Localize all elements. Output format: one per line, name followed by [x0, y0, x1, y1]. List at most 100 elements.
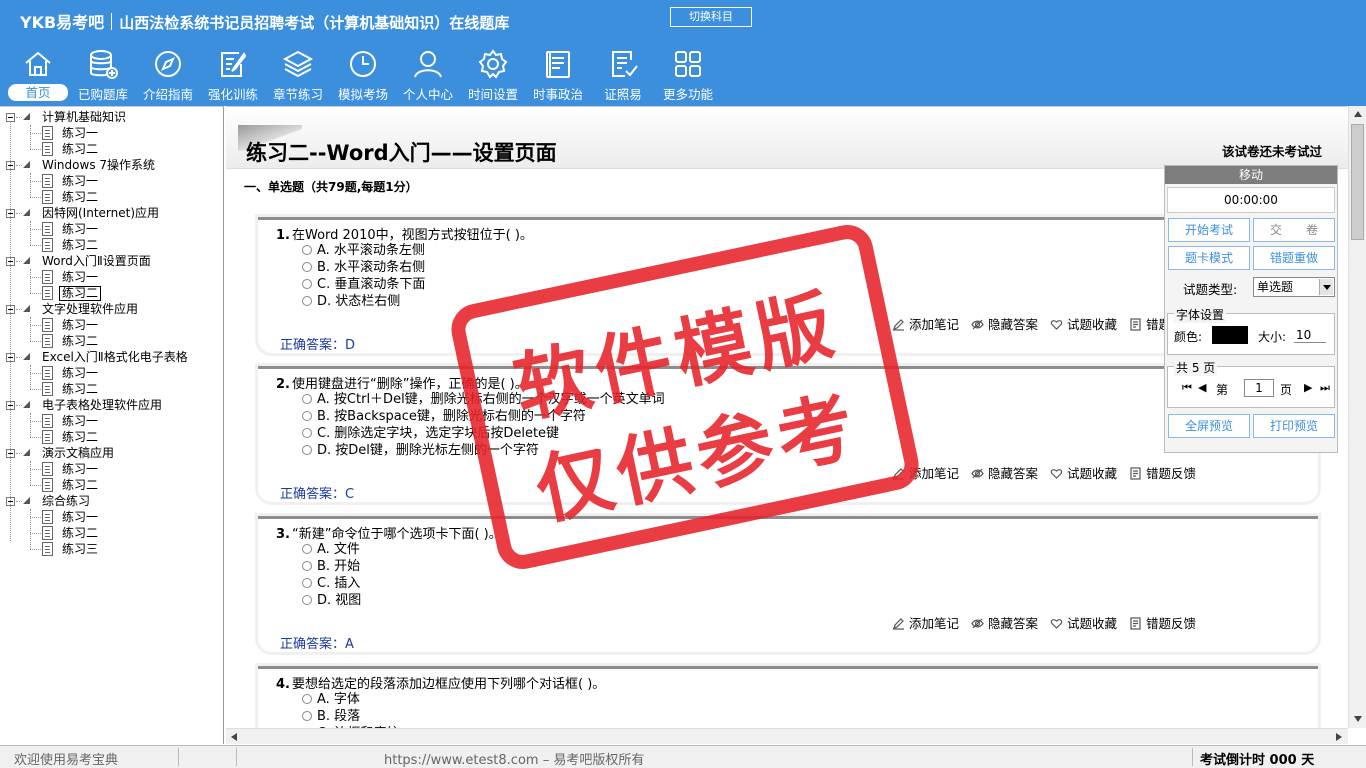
- submit-button[interactable]: 交 卷: [1253, 218, 1335, 242]
- nav-more[interactable]: 更多功能: [655, 48, 721, 104]
- answer-option[interactable]: B. 水平滚动条右侧: [302, 259, 425, 276]
- radio-button[interactable]: [302, 544, 312, 554]
- radio-button[interactable]: [302, 561, 312, 571]
- radio-button[interactable]: [302, 578, 312, 588]
- scroll-left-icon[interactable]: [231, 733, 237, 741]
- feedback-button[interactable]: 错题反馈: [1129, 613, 1196, 632]
- document-icon: [42, 286, 53, 300]
- tree-exercise-label: 练习一: [62, 462, 99, 476]
- tree-connector: [16, 261, 22, 262]
- hide-button[interactable]: 隐藏答案: [971, 463, 1038, 482]
- radio-button[interactable]: [302, 262, 312, 272]
- radio-button[interactable]: [302, 694, 312, 704]
- tree-connector: [30, 437, 41, 438]
- radio-button[interactable]: [302, 279, 312, 289]
- radio-button[interactable]: [302, 428, 312, 438]
- answer-option[interactable]: B. 段落: [302, 708, 360, 725]
- tree-connector: [30, 421, 41, 422]
- page-input[interactable]: 1: [1244, 379, 1274, 397]
- radio-button[interactable]: [302, 245, 312, 255]
- tree-exercise-label: 练习二: [62, 526, 99, 540]
- radio-button[interactable]: [302, 445, 312, 455]
- note-button[interactable]: 添加笔记: [892, 314, 959, 333]
- scroll-down-icon[interactable]: [1354, 716, 1362, 722]
- fav-button[interactable]: 试题收藏: [1050, 314, 1117, 333]
- nav-home[interactable]: 首页: [5, 48, 71, 104]
- prev-page-icon[interactable]: ◀: [1198, 381, 1206, 394]
- answer-option[interactable]: D. 视图: [302, 592, 361, 609]
- answer-option[interactable]: A. 水平滚动条左侧: [302, 242, 425, 259]
- nav-label: 更多功能: [662, 87, 713, 102]
- nav-label: 时间设置: [467, 87, 518, 102]
- action-label: 隐藏答案: [988, 466, 1039, 481]
- tree-connector: [30, 149, 41, 150]
- tree-connector: [30, 461, 31, 485]
- start-exam-button[interactable]: 开始考试: [1168, 218, 1250, 242]
- nav-personal[interactable]: 个人中心: [395, 48, 461, 104]
- radio-button[interactable]: [302, 296, 312, 306]
- move-handle[interactable]: 移动: [1165, 166, 1337, 184]
- radio-button[interactable]: [302, 711, 312, 721]
- tree-connector: [30, 133, 41, 134]
- radio-button[interactable]: [302, 595, 312, 605]
- hide-button[interactable]: 隐藏答案: [971, 314, 1038, 333]
- switch-subject-button[interactable]: 切换科目: [670, 7, 752, 27]
- expanded-triangle-icon: [23, 113, 30, 120]
- tree-exercise-label: 练习一: [62, 366, 99, 380]
- tree-exercise-label: 练习一: [62, 270, 99, 284]
- tree-chapter-label: Excel入门Ⅱ格式化电子表格: [42, 350, 188, 364]
- feedback-button[interactable]: 错题反馈: [1129, 463, 1196, 482]
- horizontal-scrollbar[interactable]: [226, 728, 1348, 744]
- next-page-icon[interactable]: ▶: [1304, 381, 1312, 394]
- nav-license[interactable]: 证照易: [590, 48, 656, 104]
- scroll-right-icon[interactable]: [1336, 733, 1342, 741]
- nav-training[interactable]: 强化训练: [200, 48, 266, 104]
- exam-countdown: 考试倒计时 000 天: [1200, 753, 1315, 768]
- answer-option[interactable]: C. 插入: [302, 575, 360, 592]
- scroll-thumb[interactable]: [1351, 124, 1364, 240]
- eye-icon: [971, 318, 984, 331]
- answer-option[interactable]: D. 状态栏右侧: [302, 293, 400, 310]
- nav-mock-exam[interactable]: 模拟考场: [330, 48, 396, 104]
- answer-option[interactable]: A. 文件: [302, 541, 360, 558]
- fav-button[interactable]: 试题收藏: [1050, 613, 1117, 632]
- hide-button[interactable]: 隐藏答案: [971, 613, 1038, 632]
- note-button[interactable]: 添加笔记: [892, 613, 959, 632]
- fav-button[interactable]: 试题收藏: [1050, 463, 1117, 482]
- expanded-triangle-icon: [23, 257, 30, 264]
- print-preview-button[interactable]: 打印预览: [1253, 414, 1335, 438]
- paper-header: 练习二--Word入门——设置页面 该试卷还未考试过: [226, 107, 1348, 169]
- question-card: 4.要想给选定的段落添加边框应使用下列哪个对话框( )。A. 字体B. 段落C.…: [258, 666, 1318, 728]
- vertical-scrollbar[interactable]: [1348, 106, 1366, 728]
- exam-timer: 00:00:00: [1167, 187, 1335, 213]
- nav-politics[interactable]: 时事政治: [525, 48, 591, 104]
- color-swatch[interactable]: [1212, 326, 1248, 344]
- question-type-select[interactable]: 单选题: [1253, 277, 1335, 297]
- first-page-icon[interactable]: ⏮: [1182, 381, 1192, 395]
- answer-option[interactable]: B. 开始: [302, 558, 360, 575]
- clock-icon: [350, 51, 376, 77]
- fullscreen-preview-button[interactable]: 全屏预览: [1168, 414, 1250, 438]
- wrong-redo-button[interactable]: 错题重做: [1253, 246, 1335, 270]
- answer-option[interactable]: A. 字体: [302, 691, 360, 708]
- font-size-input[interactable]: 10: [1294, 327, 1326, 343]
- chevron-down-icon: [1319, 279, 1333, 295]
- tree-connector: [16, 117, 22, 118]
- tree-connector: [16, 405, 22, 406]
- last-page-icon[interactable]: ⏭: [1320, 381, 1330, 395]
- nav-purchased[interactable]: 已购题库: [70, 48, 136, 104]
- document-icon: [42, 334, 53, 348]
- expanded-triangle-icon: [23, 401, 30, 408]
- nav-chapter[interactable]: 章节练习: [265, 48, 331, 104]
- user-icon: [414, 51, 442, 78]
- scroll-up-icon[interactable]: [1354, 111, 1362, 117]
- nav-guide[interactable]: 介绍指南: [135, 48, 201, 104]
- action-label: 错题反馈: [1146, 616, 1197, 631]
- action-label: 隐藏答案: [988, 616, 1039, 631]
- radio-button[interactable]: [302, 411, 312, 421]
- answer-option[interactable]: C. 垂直滚动条下面: [302, 276, 425, 293]
- nav-time-settings[interactable]: 时间设置: [460, 48, 526, 104]
- radio-button[interactable]: [302, 394, 312, 404]
- card-mode-button[interactable]: 题卡模式: [1168, 246, 1250, 270]
- tree-exercise-label: 练习二: [62, 430, 99, 444]
